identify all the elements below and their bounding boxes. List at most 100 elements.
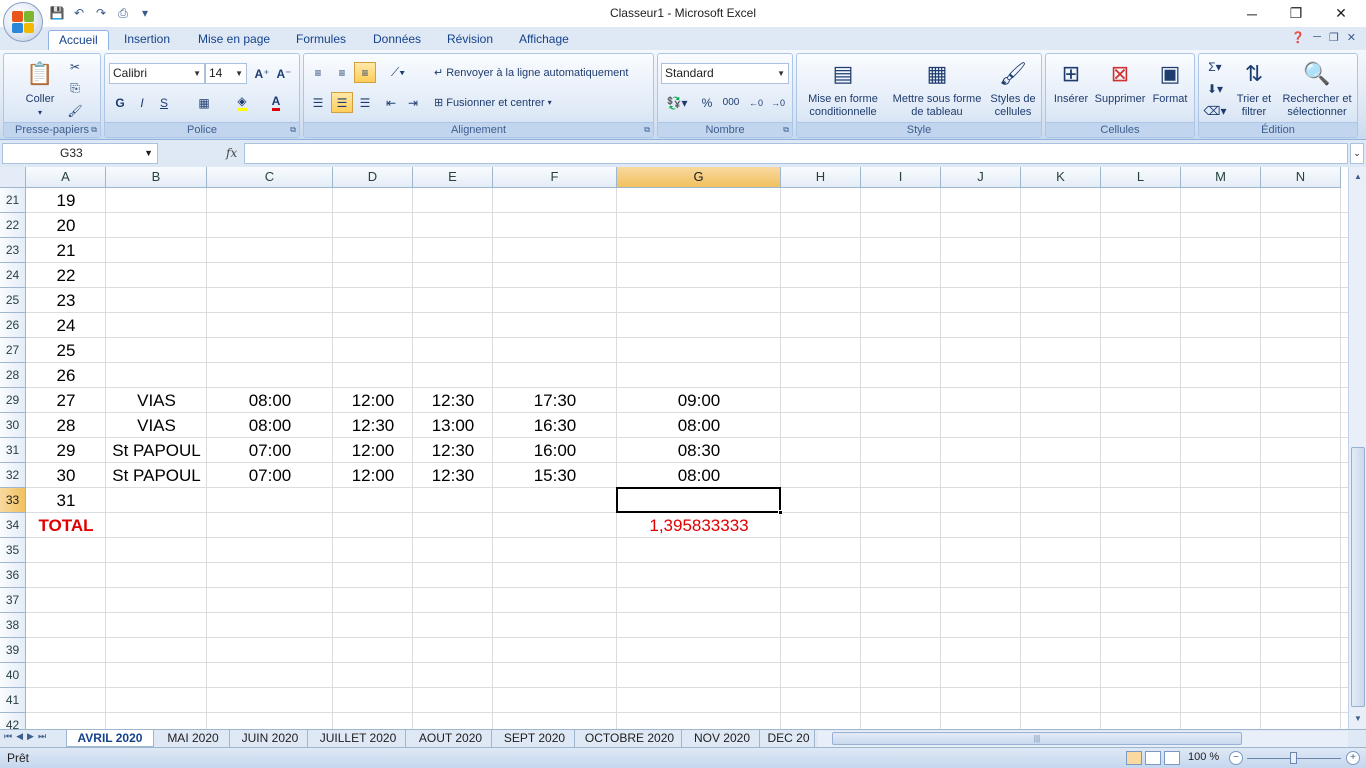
cell-g34[interactable]: 1,395833333 (617, 513, 781, 538)
cell-b31[interactable]: St PAPOUL (106, 438, 207, 463)
cell-a23[interactable]: 21 (26, 238, 106, 263)
cell-e29[interactable]: 12:30 (413, 388, 493, 413)
column-header-n[interactable]: N (1261, 167, 1341, 188)
cell-a24[interactable]: 22 (26, 263, 106, 288)
cell-a34[interactable]: TOTAL (26, 513, 106, 538)
number-format-combo[interactable]: Standard ▼ (661, 63, 789, 84)
find-select-button[interactable]: 🔍 Rechercher et sélectionner (1277, 57, 1357, 119)
sheet-tab[interactable]: OCTOBRE 2020 (578, 730, 682, 747)
percent-button[interactable]: % (696, 92, 718, 113)
page-layout-view-icon[interactable] (1145, 751, 1161, 765)
row-header-35[interactable]: 35 (0, 538, 26, 563)
zoom-in-icon[interactable]: + (1346, 751, 1360, 765)
column-header-j[interactable]: J (941, 167, 1021, 188)
row-header-21[interactable]: 21 (0, 188, 26, 213)
tab-accueil[interactable]: Accueil (48, 30, 109, 51)
cell-a25[interactable]: 23 (26, 288, 106, 313)
cell-a22[interactable]: 20 (26, 213, 106, 238)
column-header-k[interactable]: K (1021, 167, 1101, 188)
increase-decimal-icon[interactable]: ←0 (745, 92, 767, 113)
tab-donnees[interactable]: Données (363, 30, 431, 50)
scroll-up-icon[interactable]: ▲ (1350, 169, 1366, 185)
cell-a29[interactable]: 27 (26, 388, 106, 413)
sheet-tab[interactable]: DEC 20 (763, 730, 815, 747)
cell-f29[interactable]: 17:30 (493, 388, 617, 413)
cell-c30[interactable]: 08:00 (207, 413, 333, 438)
row-header-22[interactable]: 22 (0, 213, 26, 238)
align-center-icon[interactable]: ☰ (331, 92, 353, 113)
sort-filter-button[interactable]: ⇅ Trier et filtrer (1231, 57, 1277, 119)
row-header-25[interactable]: 25 (0, 288, 26, 313)
cell-a30[interactable]: 28 (26, 413, 106, 438)
prev-sheet-icon[interactable]: ◀ (16, 731, 23, 742)
font-launcher-icon[interactable]: ⧉ (290, 125, 296, 135)
next-sheet-icon[interactable]: ▶ (27, 731, 34, 742)
paste-button[interactable]: 📋 Coller ▾ (14, 57, 66, 119)
insert-cells-button[interactable]: ⊞ Insérer (1048, 57, 1094, 106)
row-header-29[interactable]: 29 (0, 388, 26, 413)
align-right-icon[interactable]: ☰ (354, 92, 376, 113)
fill-icon[interactable]: ⬇▾ (1202, 78, 1228, 99)
clipboard-launcher-icon[interactable]: ⧉ (91, 125, 97, 135)
row-header-23[interactable]: 23 (0, 238, 26, 263)
first-sheet-icon[interactable]: ⏮ (4, 731, 12, 742)
orientation-icon[interactable]: ⟋▾ (384, 62, 412, 83)
align-left-icon[interactable]: ☰ (307, 92, 329, 113)
cell-e30[interactable]: 13:00 (413, 413, 493, 438)
tab-insertion[interactable]: Insertion (114, 30, 180, 50)
column-header-l[interactable]: L (1101, 167, 1181, 188)
column-header-a[interactable]: A (26, 167, 106, 188)
cell-a21[interactable]: 19 (26, 188, 106, 213)
tab-formules[interactable]: Formules (286, 30, 356, 50)
last-sheet-icon[interactable]: ⏭ (38, 731, 46, 742)
row-header-40[interactable]: 40 (0, 663, 26, 688)
cell-c32[interactable]: 07:00 (207, 463, 333, 488)
select-all-corner[interactable] (0, 167, 26, 188)
autosum-icon[interactable]: Σ▾ (1202, 56, 1228, 77)
cell-g29[interactable]: 09:00 (617, 388, 781, 413)
underline-button[interactable]: S (153, 92, 175, 113)
column-header-f[interactable]: F (493, 167, 617, 188)
sheet-tab[interactable]: JUILLET 2020 (311, 730, 406, 747)
row-header-26[interactable]: 26 (0, 313, 26, 338)
column-header-i[interactable]: I (861, 167, 941, 188)
row-header-27[interactable]: 27 (0, 338, 26, 363)
cell-g30[interactable]: 08:00 (617, 413, 781, 438)
ribbon-restore-icon[interactable]: ❐ (1329, 31, 1339, 44)
tab-affichage[interactable]: Affichage (509, 30, 579, 50)
vertical-scroll-thumb[interactable] (1351, 447, 1365, 707)
wrap-text-button[interactable]: ↵ Renvoyer à la ligne automatiquement (434, 66, 628, 80)
sheet-tab[interactable]: AOUT 2020 (410, 730, 492, 747)
column-header-b[interactable]: B (106, 167, 207, 188)
cell-a26[interactable]: 24 (26, 313, 106, 338)
active-cell-selection[interactable] (616, 487, 781, 513)
sheet-tab[interactable]: JUIN 2020 (233, 730, 308, 747)
row-header-30[interactable]: 30 (0, 413, 26, 438)
formula-input[interactable] (244, 143, 1348, 164)
number-launcher-icon[interactable]: ⧉ (783, 125, 789, 135)
minimize-button[interactable]: ─ (1229, 0, 1275, 27)
row-header-31[interactable]: 31 (0, 438, 26, 463)
column-header-d[interactable]: D (333, 167, 413, 188)
cell-d29[interactable]: 12:00 (333, 388, 413, 413)
cell-a28[interactable]: 26 (26, 363, 106, 388)
cell-a33[interactable]: 31 (26, 488, 106, 513)
fill-color-icon[interactable]: ◈ (231, 92, 253, 113)
row-header-33[interactable]: 33 (0, 488, 26, 513)
zoom-level[interactable]: 100 % (1188, 751, 1219, 763)
cell-f32[interactable]: 15:30 (493, 463, 617, 488)
format-cells-button[interactable]: ▣ Format (1148, 57, 1192, 106)
cell-d31[interactable]: 12:00 (333, 438, 413, 463)
clear-icon[interactable]: ⌫▾ (1202, 100, 1228, 121)
row-header-24[interactable]: 24 (0, 263, 26, 288)
horizontal-scroll-thumb[interactable]: ||| (832, 732, 1242, 745)
copy-icon[interactable]: ⎘ (64, 78, 86, 99)
cell-d30[interactable]: 12:30 (333, 413, 413, 438)
row-header-38[interactable]: 38 (0, 613, 26, 638)
increase-indent-icon[interactable]: ⇥ (402, 92, 424, 113)
help-icon[interactable]: ❓ (1291, 31, 1305, 44)
italic-button[interactable]: I (131, 92, 153, 113)
row-header-34[interactable]: 34 (0, 513, 26, 538)
page-break-view-icon[interactable] (1164, 751, 1180, 765)
format-painter-icon[interactable]: 🖌 (64, 100, 86, 121)
